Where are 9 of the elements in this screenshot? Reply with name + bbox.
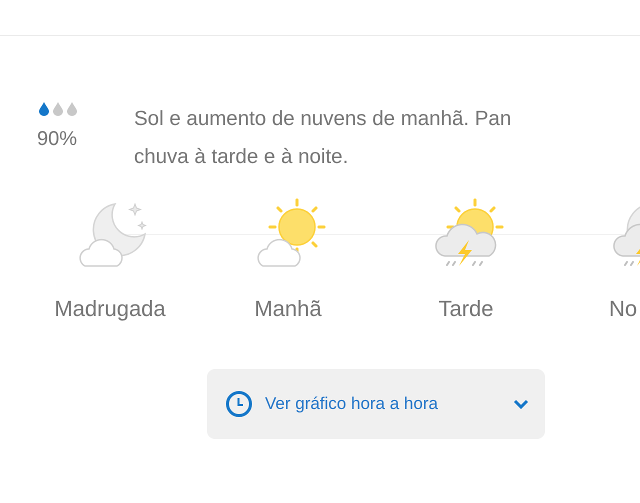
period-label: No — [609, 296, 638, 322]
forecast-description: Sol e aumento de nuvens de manhã. Pan chuva à tarde e à noite. — [134, 106, 512, 170]
chevron-down-icon — [513, 399, 529, 409]
period-label: Tarde — [438, 296, 494, 322]
rain-chance: 90% — [37, 128, 78, 151]
hourly-chart-button[interactable]: Ver gráfico hora a hora — [207, 369, 545, 439]
clock-icon — [225, 390, 253, 418]
period-label: Madrugada — [54, 296, 166, 322]
period-label: Manhã — [254, 296, 322, 322]
